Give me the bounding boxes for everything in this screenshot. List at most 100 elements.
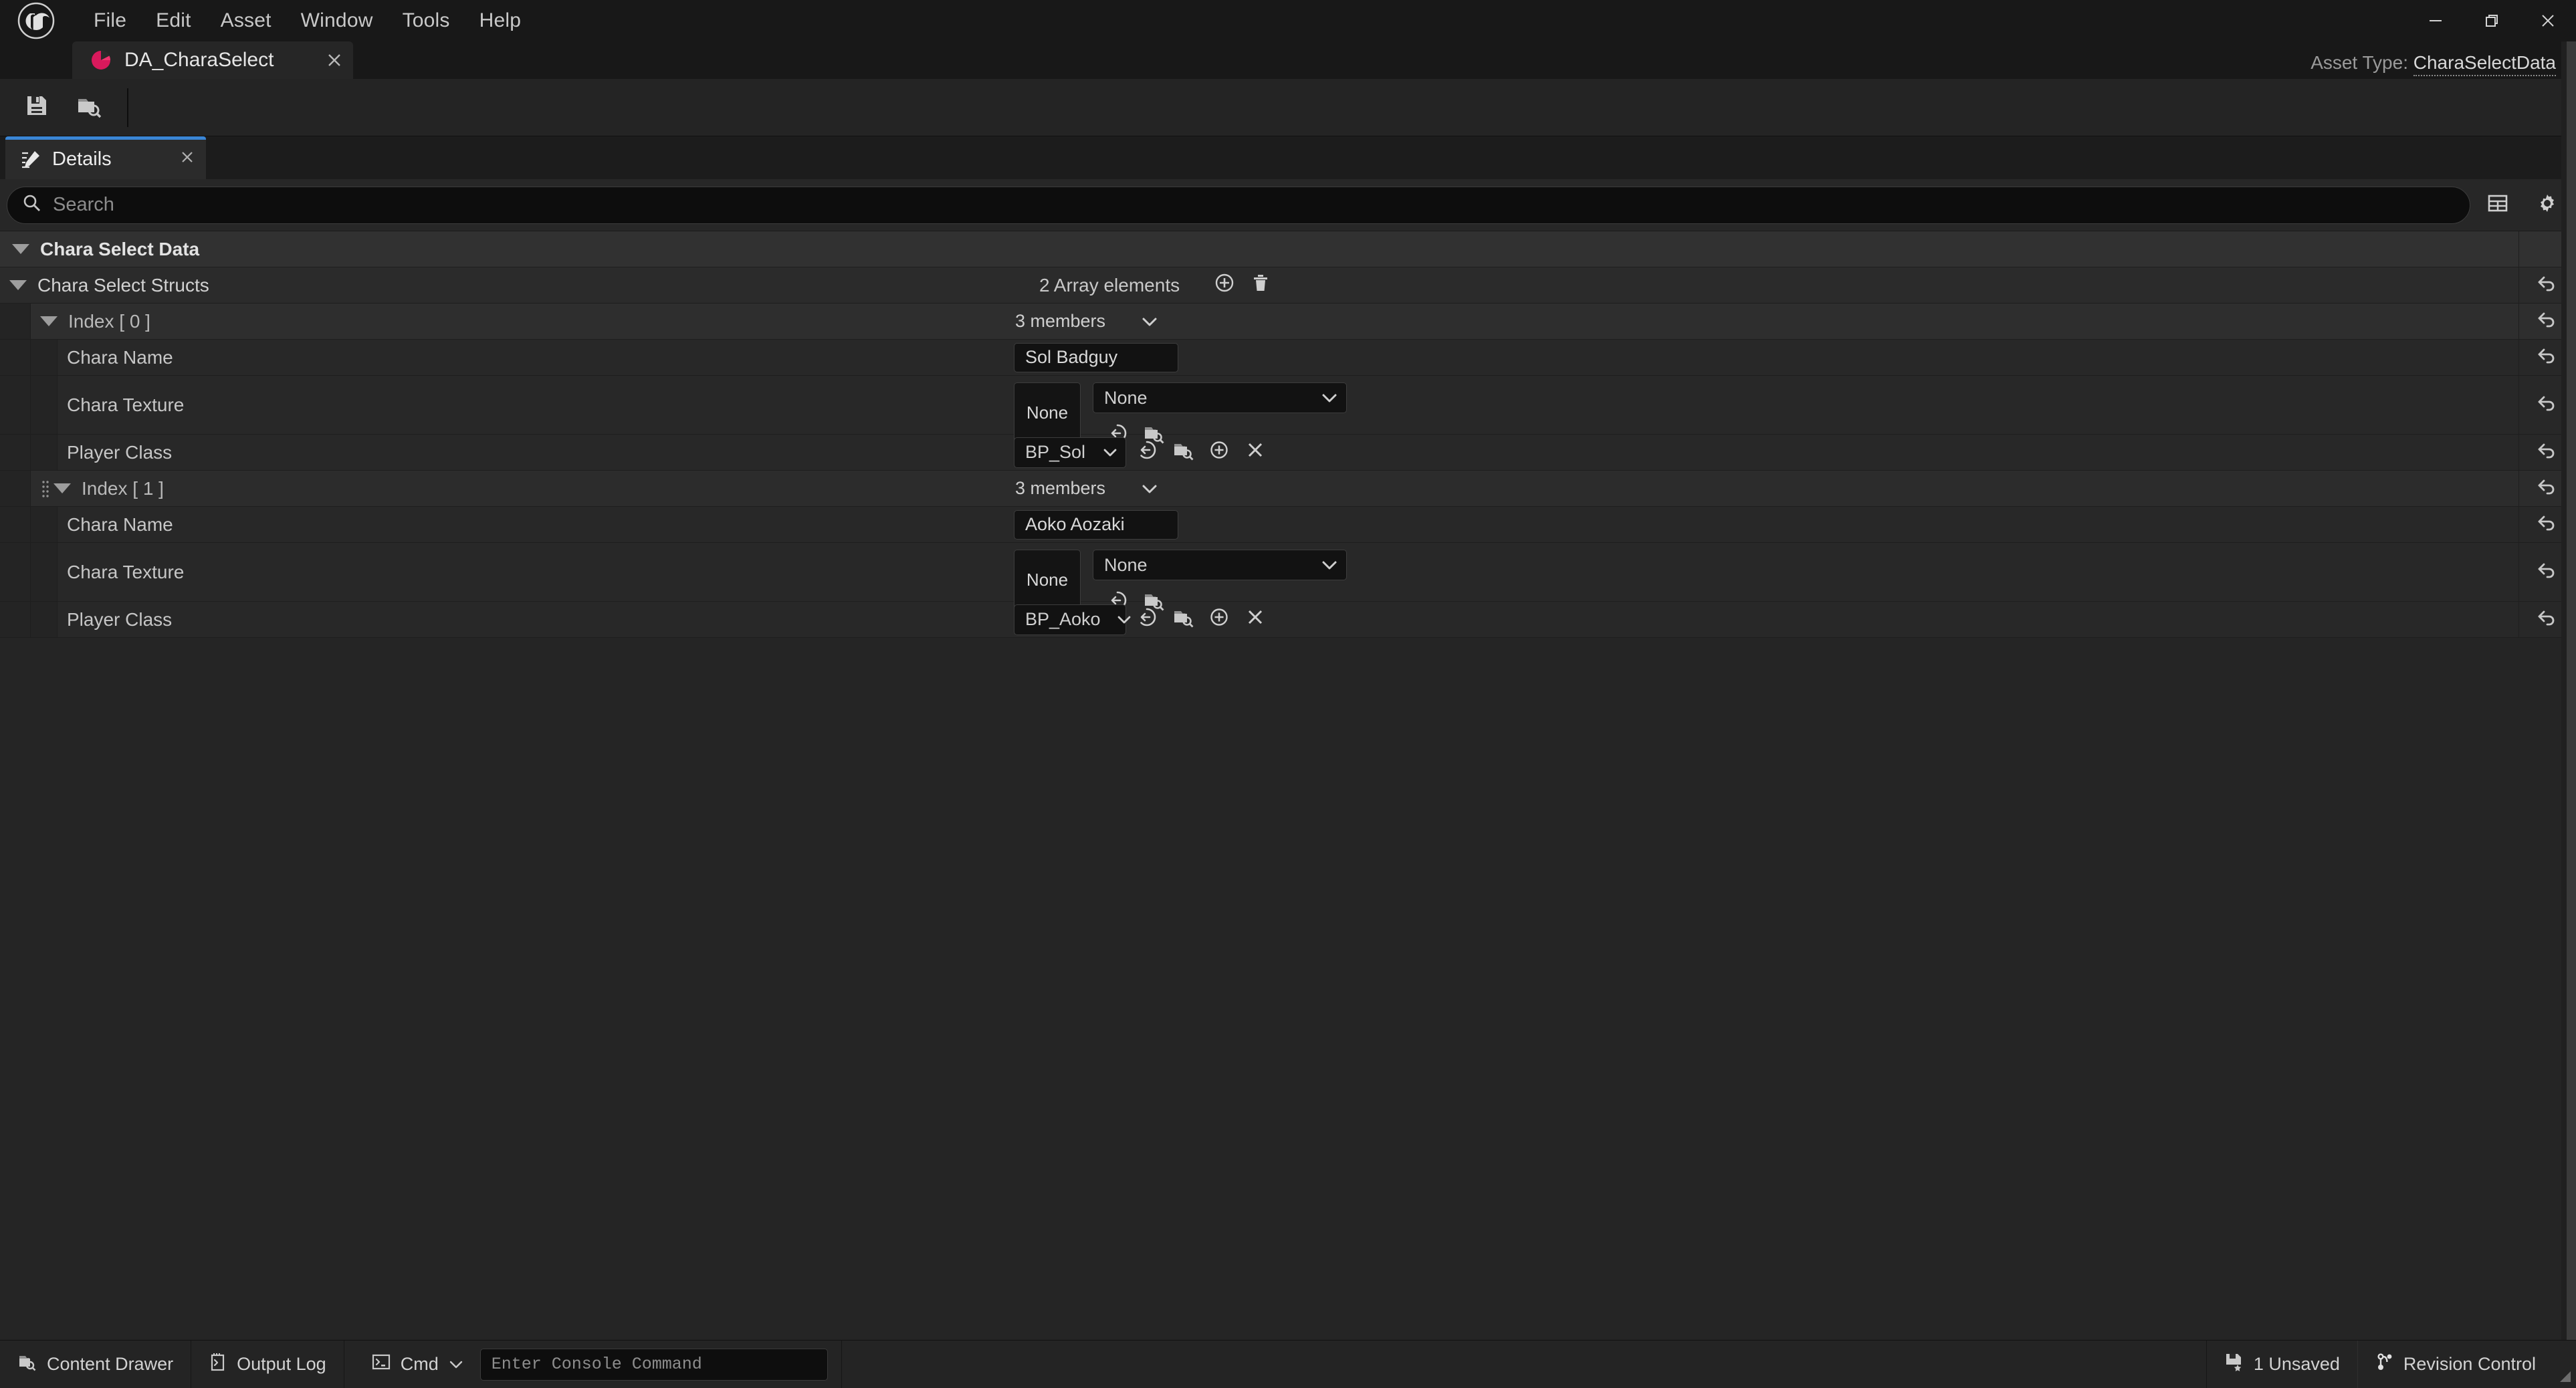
array-element-label: Index [ 1 ] [82,477,164,499]
property-name: Player Class [58,602,1010,637]
resize-grip[interactable] [2553,1341,2576,1388]
property-row-chara-select-structs[interactable]: Chara Select Structs 2 Array elements [0,267,2576,304]
chara-name-input[interactable]: Sol Badguy [1014,342,1178,372]
tree-gutter [0,507,31,542]
restore-icon[interactable] [2464,0,2520,41]
reset-arrow-icon[interactable] [2537,273,2559,297]
property-value: None None [1010,543,2518,614]
tree-gutter [0,340,31,375]
texture-asset-dropdown[interactable]: None [1093,550,1347,580]
data-asset-icon [90,49,112,72]
reset-arrow-icon[interactable] [2537,310,2559,333]
use-selected-asset-button[interactable] [1132,437,1162,468]
background-window-edge [2561,41,2576,1340]
player-class-dropdown[interactable]: BP_Aoko [1014,604,1130,635]
reset-arrow-icon[interactable] [2537,608,2559,631]
status-bar: Content Drawer Output Log Cmd Enter Cons… [0,1340,2576,1388]
chevron-down-icon [1140,315,1160,328]
property-label: Chara Name [67,513,173,535]
add-array-element-button[interactable] [1209,270,1240,301]
player-class-dropdown[interactable]: BP_Sol [1014,437,1126,468]
property-value: BP_Sol [1010,435,2518,470]
tab-details[interactable]: Details [5,136,206,179]
property-row-chara-name-0[interactable]: Chara Name Sol Badguy [0,340,2576,376]
reset-arrow-icon[interactable] [2537,393,2559,417]
chara-name-input[interactable]: Aoko Aozaki [1014,509,1178,540]
player-class-value: BP_Aoko [1025,609,1101,629]
clear-asset-button[interactable] [1240,604,1271,635]
reset-arrow-icon[interactable] [2537,441,2559,464]
reset-arrow-icon[interactable] [2537,560,2559,584]
status-bar-spacer [842,1341,2206,1388]
reset-arrow-icon[interactable] [2537,513,2559,536]
menu-item-asset[interactable]: Asset [206,0,286,41]
menu-item-help[interactable]: Help [465,0,536,41]
browse-folder-icon [1172,606,1194,633]
clear-array-button[interactable] [1245,270,1276,301]
close-icon[interactable] [316,41,353,79]
reset-arrow-icon[interactable] [2537,346,2559,369]
chevron-down-icon[interactable] [40,316,58,326]
array-property-label: Chara Select Structs [37,274,209,296]
search-box[interactable] [7,186,2470,224]
new-asset-icon [1208,439,1230,466]
tree-gutter [0,543,31,601]
clear-asset-button[interactable] [1240,437,1271,468]
new-asset-button[interactable] [1204,604,1235,635]
column-view-button[interactable] [2476,185,2520,226]
reset-arrow-icon[interactable] [2537,477,2559,500]
asset-type-value[interactable]: CharaSelectData [2413,52,2556,76]
texture-asset-dropdown[interactable]: None [1093,382,1347,413]
minimize-icon[interactable] [2407,0,2464,41]
browse-to-asset-button[interactable] [1168,437,1198,468]
chara-name-value: Sol Badguy [1025,347,1118,367]
members-dropdown[interactable]: 3 members [1012,473,1166,504]
property-row-player-class-1[interactable]: Player Class BP_Aoko [0,602,2576,638]
clear-asset-icon [1244,439,1267,466]
property-row-chara-texture-1[interactable]: Chara Texture None None [0,543,2576,614]
tree-gutter [31,340,58,375]
save-button[interactable] [11,84,63,132]
browse-to-asset-button[interactable] [63,84,115,132]
category-value [1035,231,2518,267]
property-row-player-class-0[interactable]: Player Class BP_Sol [0,435,2576,471]
search-icon [22,193,53,217]
menu-item-tools[interactable]: Tools [388,0,465,41]
use-selected-asset-button[interactable] [1132,604,1162,635]
status-bar-right: 1 Unsaved Revision Control [2206,1340,2576,1388]
property-row-chara-name-1[interactable]: Chara Name Aoko Aozaki [0,507,2576,543]
members-label: 3 members [1015,311,1106,331]
background-window-gap [2561,41,2567,1340]
new-asset-button[interactable] [1204,437,1235,468]
members-dropdown[interactable]: 3 members [1012,306,1166,337]
category-row-chara-select-data[interactable]: Chara Select Data [0,231,2576,267]
console-area: Cmd Enter Console Command [344,1340,842,1388]
drag-handle-icon[interactable] [40,479,51,499]
close-icon[interactable] [152,149,195,170]
array-element-row-1[interactable]: Index [ 1 ] 3 members [0,471,2576,507]
tree-gutter [0,471,31,506]
property-value: Sol Badguy [1010,340,2518,375]
content-drawer-button[interactable]: Content Drawer [0,1340,192,1388]
chevron-down-icon[interactable] [9,280,27,290]
output-log-button[interactable]: Output Log [191,1340,344,1388]
cmd-dropdown-button[interactable]: Cmd [354,1341,480,1388]
console-command-input[interactable]: Enter Console Command [479,1348,828,1381]
chevron-down-icon[interactable] [53,483,71,493]
content-drawer-label: Content Drawer [47,1354,174,1374]
array-element-row-0[interactable]: Index [ 0 ] 3 members [0,304,2576,340]
search-input[interactable] [53,194,2455,216]
browse-to-asset-button[interactable] [1168,604,1198,635]
unsaved-assets-button[interactable]: 1 Unsaved [2207,1341,2357,1388]
menu-item-file[interactable]: File [79,0,141,41]
revision-control-label: Revision Control [2403,1354,2536,1374]
close-icon[interactable] [2520,0,2576,41]
menu-item-window[interactable]: Window [286,0,388,41]
revision-control-button[interactable]: Revision Control [2357,1340,2553,1388]
details-panel-tab-row: Details [0,136,2576,179]
menu-item-edit[interactable]: Edit [141,0,206,41]
document-tab-da-charaselect[interactable]: DA_CharaSelect [72,41,353,79]
chevron-down-icon[interactable] [12,244,29,254]
console-placeholder: Enter Console Command [491,1355,702,1374]
property-row-chara-texture-0[interactable]: Chara Texture None None [0,376,2576,447]
